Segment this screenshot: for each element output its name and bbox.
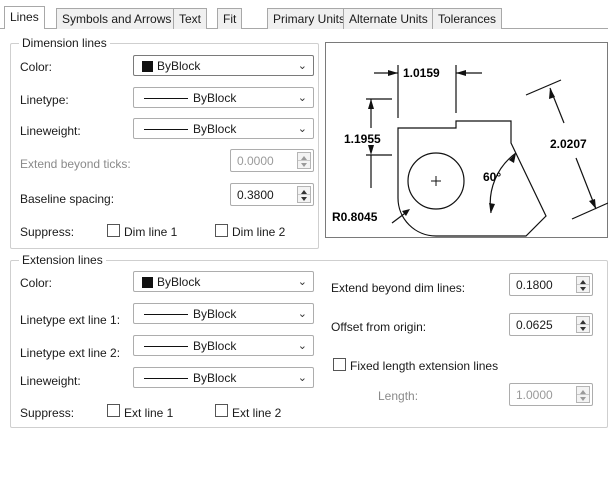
preview-dim-left: 1.1955: [344, 132, 381, 146]
tab-lines[interactable]: Lines: [4, 6, 45, 29]
chevron-down-icon: ⌄: [297, 276, 307, 288]
arrow-down-icon: [301, 163, 307, 167]
dimension-preview: 1.0159 1.1955 2.0207 60° R0.8045: [325, 42, 608, 238]
ext-color-select[interactable]: ByBlock ⌄: [133, 271, 314, 292]
dim-baseline-spinner[interactable]: 0.3800: [230, 183, 314, 206]
length-label: Length:: [378, 389, 419, 403]
ext-linetype1-value: ByBlock: [193, 307, 237, 321]
length-spinner[interactable]: 1.0000: [509, 383, 593, 406]
tab-text[interactable]: Text: [173, 8, 208, 29]
dim-lineweight-select[interactable]: ByBlock ⌄: [133, 118, 314, 139]
color-swatch: [142, 61, 153, 72]
ext-linetype2-label: Linetype ext line 2:: [20, 346, 121, 360]
dim-lineweight-label: Lineweight:: [20, 124, 81, 138]
tab-tolerances[interactable]: Tolerances: [432, 8, 503, 29]
arrow-down-icon: [580, 397, 586, 401]
ext-linetype1-select[interactable]: ByBlock ⌄: [133, 303, 314, 324]
dim-color-label: Color:: [20, 60, 53, 74]
chevron-down-icon: ⌄: [297, 60, 307, 72]
ext-line1-checkbox[interactable]: [107, 404, 120, 417]
arrow-down-icon: [301, 197, 307, 201]
color-swatch: [142, 277, 153, 288]
dim-line2-checkbox[interactable]: [215, 224, 228, 237]
spin-buttons[interactable]: [576, 316, 590, 333]
line-sample-icon: [144, 378, 188, 379]
chevron-down-icon: ⌄: [297, 308, 307, 320]
tab-primary-units[interactable]: Primary Units: [267, 8, 352, 29]
ext-offset-label: Offset from origin:: [331, 320, 427, 334]
line-sample-icon: [144, 346, 188, 347]
ext-extend-spinner[interactable]: 0.1800: [509, 273, 593, 296]
spin-buttons[interactable]: [297, 152, 311, 169]
line-sample-icon: [144, 129, 188, 130]
preview-angle: 60°: [483, 170, 501, 184]
ext-line1-label: Ext line 1: [124, 406, 174, 420]
tab-fit[interactable]: Fit: [217, 8, 243, 29]
ext-extend-label: Extend beyond dim lines:: [331, 281, 466, 295]
chevron-down-icon: ⌄: [297, 92, 307, 104]
length-value: 1.0000: [516, 388, 553, 402]
dim-line2-label: Dim line 2: [232, 225, 286, 239]
fixed-length-checkbox[interactable]: [333, 358, 346, 371]
dim-extend-label: Extend beyond ticks:: [20, 157, 131, 171]
ext-lineweight-value: ByBlock: [193, 371, 237, 385]
tab-alternate-units[interactable]: Alternate Units: [343, 8, 434, 29]
spin-buttons[interactable]: [297, 186, 311, 203]
tab-symbols-and-arrows[interactable]: Symbols and Arrows: [56, 8, 178, 29]
dim-extend-spinner[interactable]: 0.0000: [230, 149, 314, 172]
dim-suppress-label: Suppress:: [20, 225, 75, 239]
tab-strip: Lines Symbols and Arrows Text Fit Primar…: [0, 0, 608, 30]
dim-lineweight-value: ByBlock: [193, 122, 237, 136]
extension-lines-title: Extension lines: [19, 253, 106, 267]
preview-dim-top: 1.0159: [403, 66, 440, 80]
dim-linetype-select[interactable]: ByBlock ⌄: [133, 87, 314, 108]
ext-linetype1-label: Linetype ext line 1:: [20, 313, 121, 327]
dim-baseline-value: 0.3800: [237, 188, 274, 202]
preview-dim-right: 2.0207: [550, 137, 587, 151]
ext-lineweight-select[interactable]: ByBlock ⌄: [133, 367, 314, 388]
ext-linetype2-select[interactable]: ByBlock ⌄: [133, 335, 314, 356]
ext-color-label: Color:: [20, 276, 53, 290]
ext-lineweight-label: Lineweight:: [20, 374, 81, 388]
dim-extend-value: 0.0000: [237, 154, 274, 168]
dim-line1-checkbox[interactable]: [107, 224, 120, 237]
ext-suppress-label: Suppress:: [20, 406, 75, 420]
chevron-down-icon: ⌄: [297, 372, 307, 384]
spin-buttons[interactable]: [576, 386, 590, 403]
dim-color-value: ByBlock: [157, 59, 201, 73]
dim-linetype-value: ByBlock: [193, 91, 237, 105]
chevron-down-icon: ⌄: [297, 340, 307, 352]
dim-linetype-label: Linetype:: [20, 93, 69, 107]
line-sample-icon: [144, 314, 188, 315]
ext-color-value: ByBlock: [157, 275, 201, 289]
preview-radius: R0.8045: [332, 210, 378, 224]
ext-line2-checkbox[interactable]: [215, 404, 228, 417]
ext-linetype2-value: ByBlock: [193, 339, 237, 353]
arrow-down-icon: [580, 327, 586, 331]
fixed-length-label: Fixed length extension lines: [350, 359, 499, 373]
preview-drawing: 1.0159 1.1955 2.0207 60° R0.8045: [332, 65, 608, 237]
line-sample-icon: [144, 98, 188, 99]
ext-offset-spinner[interactable]: 0.0625: [509, 313, 593, 336]
spin-buttons[interactable]: [576, 276, 590, 293]
dimension-lines-title: Dimension lines: [19, 36, 110, 50]
dim-line1-label: Dim line 1: [124, 225, 178, 239]
dim-baseline-label: Baseline spacing:: [20, 192, 115, 206]
ext-offset-value: 0.0625: [516, 318, 553, 332]
ext-line2-label: Ext line 2: [232, 406, 282, 420]
dim-color-select[interactable]: ByBlock ⌄: [133, 55, 314, 76]
ext-extend-value: 0.1800: [516, 278, 553, 292]
chevron-down-icon: ⌄: [297, 123, 307, 135]
arrow-down-icon: [580, 287, 586, 291]
